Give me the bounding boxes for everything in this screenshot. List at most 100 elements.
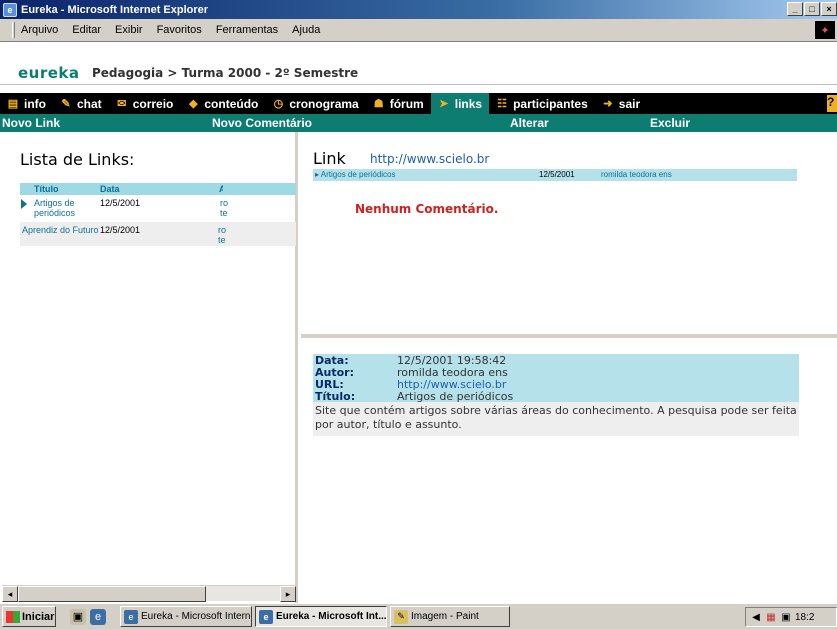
nav-sair[interactable]: ➜ sair [595, 93, 647, 114]
scroll-left-button[interactable]: ◂ [2, 586, 18, 602]
menu-favoritos[interactable]: Favoritos [157, 24, 202, 36]
browser-content: eureka Pedagogia > Turma 2000 - 2º Semes… [0, 42, 837, 603]
maximize-button[interactable]: □ [804, 2, 820, 16]
task-label: Imagem - Paint [411, 611, 479, 622]
window-title: Eureka - Microsoft Internet Explorer [21, 3, 209, 16]
breadcrumb: Pedagogia > Turma 2000 - 2º Semestre [92, 66, 359, 80]
participants-icon: ☷ [497, 97, 508, 110]
selected-arrow-icon [21, 199, 27, 209]
nav-forum[interactable]: ☗ fórum [366, 93, 431, 114]
network-icon[interactable]: ▦ [765, 611, 777, 623]
horizontal-scrollbar[interactable]: ◂ ▸ [2, 585, 296, 602]
menu-bar: Arquivo Editar Exibir Favoritos Ferramen… [0, 19, 837, 42]
chat-icon: ✎ [61, 97, 71, 110]
detail-title-row: Título: Artigos de periódicos [313, 389, 799, 403]
nav-participantes-label: participantes [513, 96, 588, 111]
new-comment-button[interactable]: Novo Comentário [212, 116, 312, 130]
close-button[interactable]: × [821, 2, 837, 16]
taskbar: Iniciar ▣ e e Eureka - Microsoft Intern e… [0, 603, 837, 629]
task-label: Eureka - Microsoft Int... [276, 611, 387, 622]
links-icon: ➤ [439, 97, 449, 110]
help-icon[interactable]: ? [827, 95, 837, 112]
link-table: Título Data Au Artigos de periódicos 12/… [20, 183, 296, 246]
tray-app-icon[interactable]: ▣ [780, 611, 792, 623]
window-controls: _ □ × [787, 2, 837, 16]
col-date[interactable]: Data [95, 184, 163, 194]
nav-conteudo[interactable]: ◆ conteúdo [180, 93, 265, 114]
nav-links[interactable]: ➤ links [430, 93, 490, 114]
col-author[interactable]: Au [163, 184, 223, 194]
mail-icon: ✉ [117, 97, 127, 110]
paint-icon: ✎ [394, 609, 408, 624]
table-header: Título Data Au [20, 183, 296, 195]
nav-cronograma-label: cronograma [289, 96, 359, 111]
link-url[interactable]: http://www.scielo.br [370, 152, 489, 166]
nav-correio[interactable]: ✉ correio [109, 93, 181, 114]
content-icon: ◆ [189, 97, 198, 110]
task-eureka-1[interactable]: e Eureka - Microsoft Internet... [120, 606, 252, 627]
title-label: Título: [315, 389, 356, 403]
detail-author-row: Autor: romilda teodora ens [313, 366, 799, 379]
info-icon: ▤ [7, 97, 19, 110]
task-paint[interactable]: ✎ Imagem - Paint [390, 606, 510, 627]
no-comment-message: Nenhum Comentário. [355, 202, 499, 216]
nav-conteudo-label: conteúdo [204, 96, 259, 111]
row-date: 12/5/2001 [100, 225, 141, 235]
row-author[interactable]: ro te [163, 198, 233, 218]
ie-icon: e [124, 609, 138, 624]
description-text: Site que contém artigos sobre várias áre… [313, 402, 799, 436]
col-title[interactable]: Título [20, 184, 95, 194]
nav-chat[interactable]: ✎ chat [53, 93, 109, 114]
edit-button[interactable]: Alterar [510, 116, 549, 130]
ie-icon: e [3, 2, 17, 17]
minimize-button[interactable]: _ [787, 2, 803, 16]
nav-info[interactable]: ▤ info [0, 93, 53, 114]
table-row[interactable]: Artigos de periódicos 12/5/2001 ro te [20, 195, 296, 222]
start-button[interactable]: Iniciar [2, 606, 56, 627]
schedule-icon: ◷ [273, 97, 284, 110]
title-value: Artigos de periódicos [397, 389, 514, 403]
toolbar-grip[interactable] [12, 22, 15, 38]
scroll-right-button[interactable]: ▸ [280, 586, 296, 602]
link-list-title: Lista de Links: [20, 150, 135, 169]
detail-date-row: Data: 12/5/2001 19:58:42 [313, 354, 799, 367]
row-title-text: Artigos de periódicos [34, 198, 76, 218]
new-link-button[interactable]: Novo Link [2, 116, 60, 130]
menu-editar[interactable]: Editar [72, 24, 101, 36]
table-row[interactable]: Aprendiz do Futuro 12/5/2001 ro te [20, 222, 296, 246]
scroll-thumb[interactable] [18, 586, 206, 602]
nav-correio-label: correio [132, 96, 174, 111]
menu-arquivo[interactable]: Arquivo [21, 24, 58, 36]
window-title-bar[interactable]: e Eureka - Microsoft Internet Explorer _… [0, 0, 837, 19]
desktop-icon[interactable]: ▣ [70, 608, 86, 625]
action-bar: Novo Link Novo Comentário Alterar Exclui… [0, 114, 837, 132]
row-author[interactable]: ro te [161, 225, 231, 245]
nav-cronograma[interactable]: ◷ cronograma [265, 93, 365, 114]
row-title[interactable]: Artigos de periódicos [20, 198, 95, 218]
main-nav: ▤ info ✎ chat ✉ correio ◆ conteúdo ◷ cronogra… [0, 93, 837, 114]
row-title[interactable]: Aprendiz do Futuro [20, 225, 100, 235]
ie-icon: e [259, 609, 273, 624]
link-bar-title[interactable]: ▸ Artigos de periódicos [315, 170, 396, 179]
link-bar-author[interactable]: romilda teodora ens [601, 170, 672, 179]
link-info-bar: ▸ Artigos de periódicos 12/5/2001 romild… [313, 169, 797, 181]
nav-forum-label: fórum [389, 96, 424, 111]
link-heading: Link [313, 149, 346, 168]
volume-icon[interactable]: ◀ [750, 611, 762, 623]
ie-launch-icon[interactable]: e [90, 608, 106, 625]
clock[interactable]: 18:2 [795, 612, 814, 623]
detail-url-row: URL: http://www.scielo.br [313, 378, 799, 391]
menu-ajuda[interactable]: Ajuda [292, 24, 320, 36]
task-eureka-2[interactable]: e Eureka - Microsoft Int... [255, 606, 387, 627]
link-frame: Link http://www.scielo.br ▸ Artigos de p… [301, 132, 837, 338]
nav-participantes[interactable]: ☷ participantes [489, 93, 595, 114]
row-date: 12/5/2001 [100, 198, 141, 208]
eureka-logo[interactable]: eureka [18, 64, 80, 82]
task-label: Eureka - Microsoft Internet... [141, 611, 251, 622]
delete-button[interactable]: Excluir [650, 116, 690, 130]
exit-icon: ➜ [603, 97, 613, 110]
menu-exibir[interactable]: Exibir [115, 24, 143, 36]
menu-ferramentas[interactable]: Ferramentas [216, 24, 278, 36]
nav-info-label: info [24, 96, 46, 111]
forum-icon: ☗ [373, 97, 384, 110]
